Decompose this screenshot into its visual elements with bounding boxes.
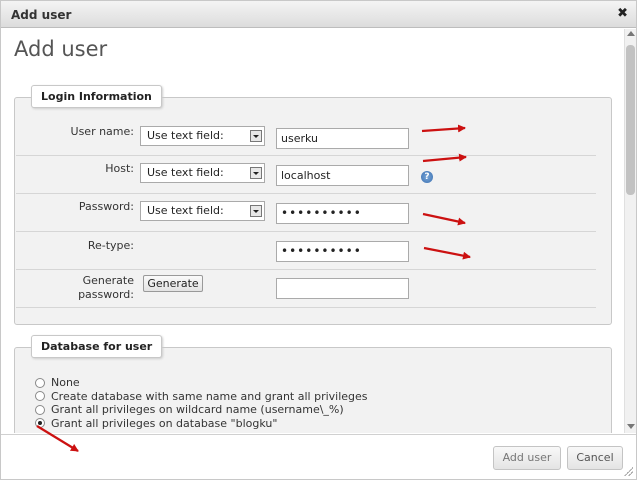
username-row: User name: Use text field: userku (16, 118, 596, 156)
db-option-grant-blogku[interactable]: Grant all privileges on database "blogku… (35, 417, 368, 431)
generate-password-row: Generate password: Generate (16, 270, 596, 308)
host-label: Host: (105, 162, 134, 175)
db-option-label: Grant all privileges on wildcard name (u… (51, 403, 344, 417)
password-input[interactable]: •••••••••• (276, 203, 409, 224)
dialog-titlebar[interactable]: Add user ✖ (1, 1, 636, 28)
database-options: None Create database with same name and … (35, 376, 368, 430)
host-mode-value: Use text field: (147, 166, 224, 179)
retype-label: Re-type: (87, 239, 134, 252)
username-mode-select[interactable]: Use text field: (140, 126, 265, 146)
host-row: Host: Use text field: localhost ? (16, 156, 596, 194)
radio-button[interactable] (35, 377, 45, 388)
password-row: Password: Use text field: •••••••••• (16, 194, 596, 232)
username-input[interactable]: userku (276, 128, 409, 149)
password-label: Password: (78, 200, 134, 213)
retype-input[interactable]: •••••••••• (276, 241, 409, 262)
db-option-label: Grant all privileges on database "blogku… (51, 416, 278, 430)
add-user-button[interactable]: Add user (493, 446, 561, 470)
scroll-down-icon[interactable] (627, 424, 635, 429)
chevron-down-icon[interactable] (250, 130, 262, 142)
db-option-wildcard[interactable]: Grant all privileges on wildcard name (u… (35, 403, 368, 417)
dialog-content: Add user Login Information User name: Us… (1, 29, 623, 433)
chevron-down-icon[interactable] (250, 167, 262, 179)
dialog-footer: Add user Cancel (1, 434, 636, 479)
database-for-user-legend: Database for user (31, 335, 163, 358)
db-option-create-same-name[interactable]: Create database with same name and grant… (35, 390, 368, 404)
scrollbar-thumb[interactable] (626, 45, 635, 195)
vertical-scrollbar[interactable] (624, 29, 636, 433)
page-title: Add user (14, 37, 108, 61)
database-for-user-fieldset: Database for user None Create database w… (14, 335, 612, 433)
generate-label-line2: password: (78, 288, 134, 301)
close-icon[interactable]: ✖ (617, 6, 628, 21)
dialog-title: Add user (11, 8, 72, 22)
generated-password-input[interactable] (276, 278, 409, 299)
retype-row: Re-type: •••••••••• (16, 232, 596, 270)
chevron-down-icon[interactable] (250, 205, 262, 217)
generate-button[interactable]: Generate (143, 275, 203, 292)
resize-grip-icon[interactable] (623, 466, 633, 476)
login-information-legend: Login Information (31, 85, 162, 108)
cancel-button[interactable]: Cancel (567, 446, 623, 470)
password-mode-value: Use text field: (147, 204, 224, 217)
login-information-fieldset: Login Information User name: Use text fi… (14, 85, 612, 325)
help-icon[interactable]: ? (421, 171, 433, 183)
scroll-up-icon[interactable] (627, 31, 635, 36)
generate-label-line1: Generate (82, 274, 134, 287)
radio-button[interactable] (35, 391, 45, 402)
password-mode-select[interactable]: Use text field: (140, 201, 265, 221)
radio-button-checked[interactable] (35, 418, 45, 429)
host-input[interactable]: localhost (276, 165, 409, 186)
db-option-none[interactable]: None (35, 376, 368, 390)
host-mode-select[interactable]: Use text field: (140, 163, 265, 183)
radio-button[interactable] (35, 404, 45, 415)
username-label: User name: (70, 125, 134, 138)
db-option-label: Create database with same name and grant… (51, 389, 368, 403)
add-user-dialog: Add user ✖ Add user Login Information Us… (0, 0, 637, 480)
username-mode-value: Use text field: (147, 129, 224, 142)
db-option-label: None (51, 376, 80, 390)
generate-password-label: Generate password: (16, 274, 134, 302)
